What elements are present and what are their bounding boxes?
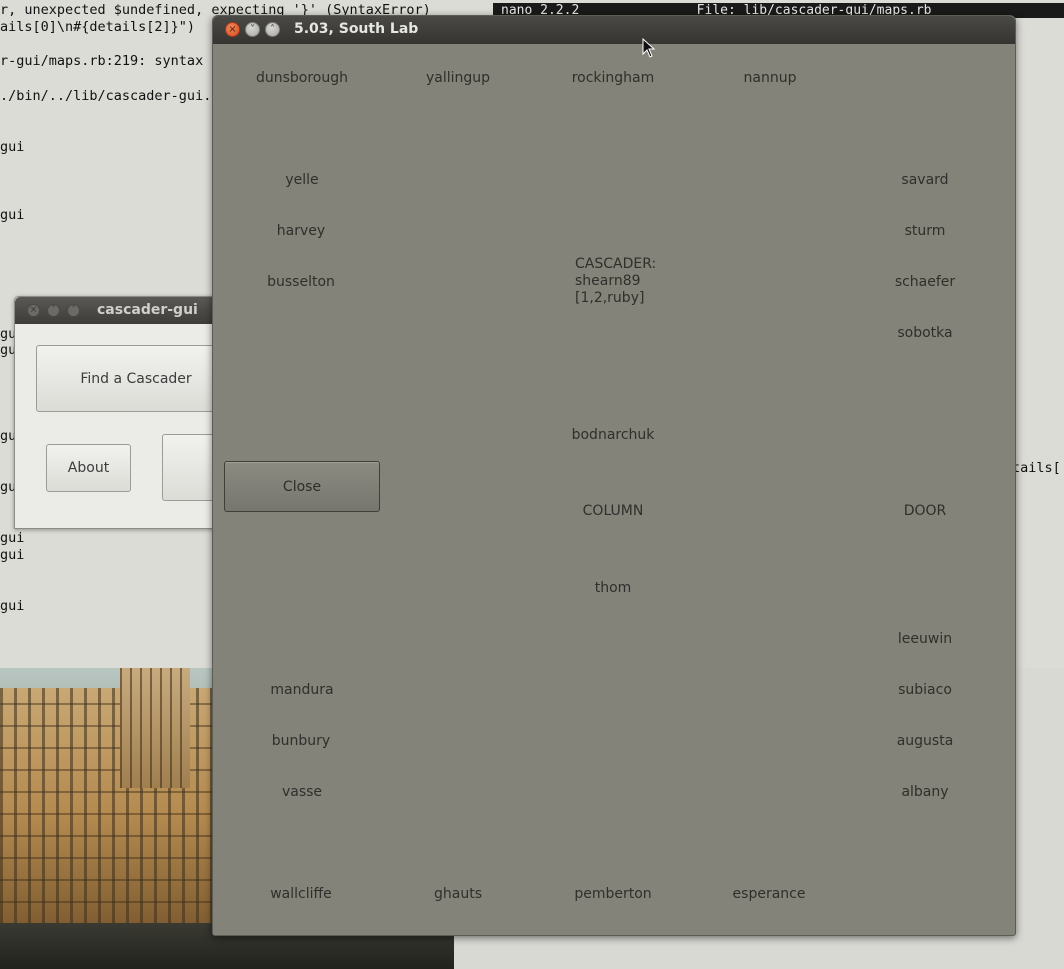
door-label: DOOR xyxy=(903,503,947,519)
station-label: augusta xyxy=(896,733,954,749)
station-label: albany xyxy=(901,784,949,800)
station-label: sobotka xyxy=(897,325,953,341)
find-cascader-button[interactable]: Find a Cascader xyxy=(36,345,236,412)
terminal-line: ails[0]\n#{details[2]}") xyxy=(0,19,196,35)
window-title: cascader-gui xyxy=(97,302,198,318)
station-label: pemberton xyxy=(574,886,652,902)
tower-image xyxy=(120,668,190,788)
terminal-line: gui xyxy=(0,139,25,155)
station-label: esperance xyxy=(732,886,806,902)
mouse-cursor-icon xyxy=(642,38,656,58)
close-icon[interactable]: × xyxy=(27,304,40,317)
station-label: dunsborough xyxy=(255,70,349,86)
station-label: ghauts xyxy=(434,886,482,902)
terminal-line: r-gui/maps.rb:219: syntax e xyxy=(0,53,220,69)
station-label: leeuwin xyxy=(897,631,953,647)
station-label: bodnarchuk xyxy=(571,427,655,443)
dialog-titlebar[interactable]: × ˅ ˄ 5.03, South Lab xyxy=(213,16,1015,44)
cascader-gui-titlebar[interactable]: × ˅ ˄ cascader-gui xyxy=(15,297,235,324)
nano-text: tails[ xyxy=(1012,460,1061,476)
dialog-title: 5.03, South Lab xyxy=(294,21,419,37)
terminal-line: gui xyxy=(0,530,25,546)
station-label: nannup xyxy=(743,70,797,86)
station-label: thom xyxy=(594,580,632,596)
station-label: subiaco xyxy=(898,682,952,698)
south-lab-dialog: × ˅ ˄ 5.03, South Lab dunsborough yallin… xyxy=(212,15,1016,936)
close-icon[interactable]: × xyxy=(225,22,240,37)
maximize-icon[interactable]: ˄ xyxy=(265,22,280,37)
terminal-line: ./bin/../lib/cascader-gui.r xyxy=(0,88,220,104)
cascader-info: CASCADER: shearn89 [1,2,ruby] xyxy=(575,256,657,306)
column-label: COLUMN xyxy=(582,503,644,519)
close-button[interactable]: Close xyxy=(224,461,380,512)
station-label: vasse xyxy=(281,784,323,800)
station-label: rockingham xyxy=(571,70,655,86)
station-label: bunbury xyxy=(271,733,331,749)
maximize-icon[interactable]: ˄ xyxy=(67,304,80,317)
minimize-icon[interactable]: ˅ xyxy=(47,304,60,317)
station-label: busselton xyxy=(267,274,335,290)
station-label: harvey xyxy=(276,223,326,239)
terminal-line: ^ xyxy=(0,35,236,51)
terminal-line: gui xyxy=(0,598,25,614)
about-button[interactable]: About xyxy=(46,444,131,492)
station-label: mandura xyxy=(270,682,334,698)
station-label: wallcliffe xyxy=(270,886,332,902)
terminal-line: gui xyxy=(0,207,25,223)
station-label: savard xyxy=(901,172,949,188)
station-label: schaefer xyxy=(894,274,956,290)
cascader-gui-window: × ˅ ˄ cascader-gui Find a Cascader About xyxy=(14,296,236,529)
station-label: yallingup xyxy=(425,70,491,86)
terminal-line: gui xyxy=(0,547,25,563)
minimize-icon[interactable]: ˅ xyxy=(245,22,260,37)
station-label: yelle xyxy=(285,172,319,188)
station-label: sturm xyxy=(904,223,946,239)
